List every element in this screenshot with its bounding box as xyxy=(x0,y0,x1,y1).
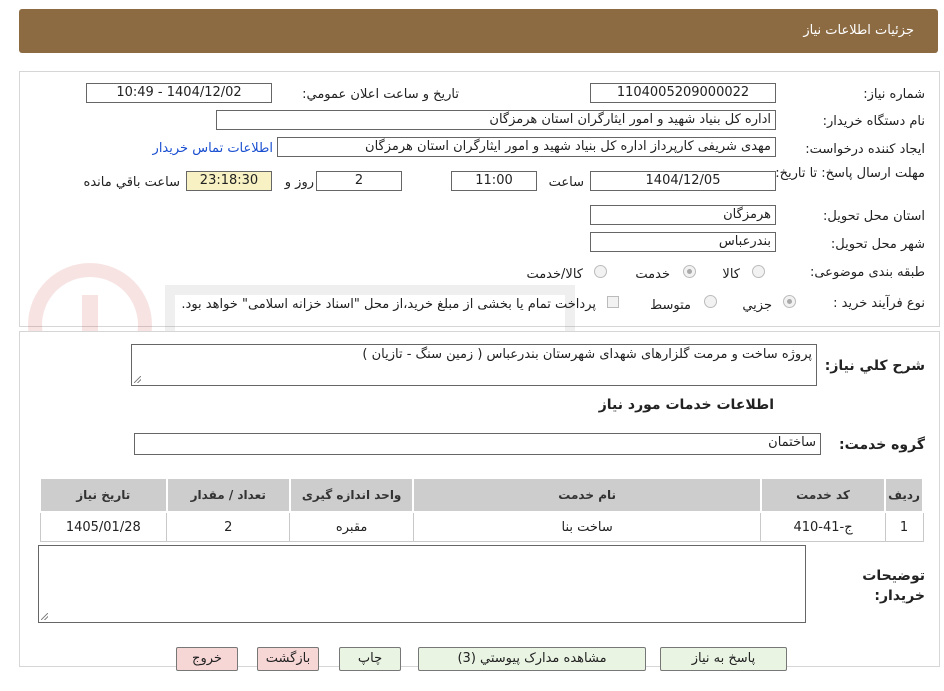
need-number-field: 1104005209000022 xyxy=(590,83,776,103)
description-text: پروژه ساخت و مرمت گلزارهای شهدای شهرستان… xyxy=(362,347,812,362)
deadline-time-field: 11:00 xyxy=(451,171,537,191)
page-header: جزئیات اطلاعات نیاز xyxy=(19,9,938,53)
buyer-org-field: اداره کل بنیاد شهید و امور ایثارگران است… xyxy=(216,110,776,130)
cell-qty: 2 xyxy=(166,511,291,542)
creator-label: ايجاد کننده درخواست: xyxy=(805,142,925,157)
city-label: شهر محل تحويل: xyxy=(830,237,925,252)
col-name-header: نام خدمت xyxy=(412,477,762,513)
buyer-notes-label: توضيحات خريدار: xyxy=(862,568,925,604)
treasury-note: پرداخت تمام یا بخشی از مبلغ خرید،از محل … xyxy=(181,297,596,312)
col-row-header: رديف xyxy=(884,477,924,513)
days-field: 2 xyxy=(316,171,402,191)
need-number-label: شماره نیاز: xyxy=(863,87,925,102)
description-label: شرح کلي نياز: xyxy=(824,358,925,374)
category-radio-goods[interactable] xyxy=(752,265,765,278)
creator-field: مهدی شریفی کارپرداز اداره کل بنیاد شهید … xyxy=(277,137,776,157)
process-radio-minor[interactable] xyxy=(783,295,796,308)
category-option-goods-service: کالا/خدمت xyxy=(526,267,583,282)
province-label: استان محل تحويل: xyxy=(823,209,925,224)
print-button[interactable]: چاپ xyxy=(339,647,401,671)
page-title: جزئیات اطلاعات نیاز xyxy=(803,23,914,38)
category-label: طبقه بندی موضوعی: xyxy=(809,265,925,280)
service-group-field: ساختمان xyxy=(134,433,821,455)
process-option-medium: متوسط xyxy=(650,298,691,313)
col-qty-header: تعداد / مقدار xyxy=(165,477,291,513)
category-radio-service[interactable] xyxy=(683,265,696,278)
treasury-checkbox[interactable] xyxy=(607,296,619,308)
col-date-header: تاريخ نياز xyxy=(39,477,168,513)
process-option-minor: جزيي xyxy=(742,298,772,313)
process-radio-medium[interactable] xyxy=(704,295,717,308)
process-type-label: نوع فرآيند خريد : xyxy=(833,296,925,311)
reply-button[interactable]: پاسخ به نياز xyxy=(660,647,787,671)
exit-button[interactable]: خروج xyxy=(176,647,238,671)
cell-date: 1405/01/28 xyxy=(39,511,168,542)
back-button[interactable]: بازگشت xyxy=(257,647,319,671)
announce-date-field: 1404/12/02 - 10:49 xyxy=(86,83,272,103)
description-textarea[interactable]: پروژه ساخت و مرمت گلزارهای شهدای شهرستان… xyxy=(131,344,817,386)
service-group-label: گروه خدمت: xyxy=(839,437,925,453)
buyer-notes-textarea[interactable] xyxy=(38,545,806,623)
cell-row: 1 xyxy=(884,511,924,542)
remaining-time-label: ساعت باقي مانده xyxy=(83,175,180,190)
cell-code: ج-41-410 xyxy=(760,511,886,542)
services-table: رديف کد خدمت نام خدمت واحد اندازه گيری ت… xyxy=(39,477,924,542)
col-unit-header: واحد اندازه گيری xyxy=(288,477,415,513)
category-option-goods: کالا xyxy=(722,267,740,282)
table-row: 1 ج-41-410 ساخت بنا مقبره 2 1405/01/28 xyxy=(39,511,924,542)
province-field: هرمزگان xyxy=(590,205,776,225)
resize-grip-icon[interactable] xyxy=(134,376,141,383)
table-header-row: رديف کد خدمت نام خدمت واحد اندازه گيری ت… xyxy=(39,477,924,513)
category-radio-goods-service[interactable] xyxy=(594,265,607,278)
buyer-contact-link[interactable]: اطلاعات تماس خريدار xyxy=(153,141,273,156)
services-section-title: اطلاعات خدمات مورد نياز xyxy=(598,397,774,413)
cell-unit: مقبره xyxy=(289,511,414,542)
remaining-time-field: 23:18:30 xyxy=(186,171,272,191)
city-field: بندرعباس xyxy=(590,232,776,252)
days-label: روز و xyxy=(284,175,314,190)
deadline-time-label: ساعت xyxy=(548,175,584,190)
category-option-service: خدمت xyxy=(635,267,670,282)
deadline-label: مهلت ارسال پاسخ: تا تاريخ: xyxy=(775,166,925,181)
announce-date-label: تاریخ و ساعت اعلان عمومي: xyxy=(302,87,459,102)
view-documents-button[interactable]: مشاهده مدارک پيوستي (3) xyxy=(418,647,646,671)
buyer-org-label: نام دستگاه خريدار: xyxy=(822,114,925,129)
deadline-date-field: 1404/12/05 xyxy=(590,171,776,191)
col-code-header: کد خدمت xyxy=(759,477,887,513)
resize-grip-icon[interactable] xyxy=(41,613,48,620)
cell-name: ساخت بنا xyxy=(412,511,762,542)
